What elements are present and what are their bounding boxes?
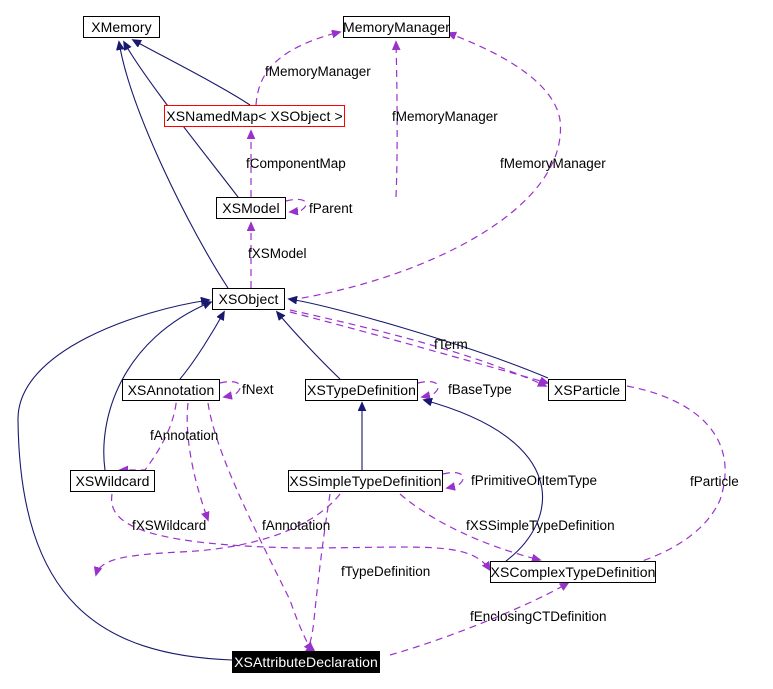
inheritance-edge xyxy=(289,299,549,379)
inheritance-edge xyxy=(119,42,229,289)
edge-label-fXSWildcard: fXSWildcard xyxy=(132,518,207,533)
edge-label-fXSSimpleTypeDefinition: fXSSimpleTypeDefinition xyxy=(466,518,615,533)
class-node-xsparticle[interactable]: XSParticle xyxy=(548,379,626,401)
class-node-label: XSObject xyxy=(218,291,279,307)
edge-label-fPrimitiveOrItemType: fPrimitiveOrItemType xyxy=(471,473,598,488)
class-node-xssimpletype[interactable]: XSSimpleTypeDefinition xyxy=(288,470,443,492)
class-node-label: XSTypeDefinition xyxy=(307,382,416,398)
edge-label-fXSModel: fXSModel xyxy=(248,246,307,261)
edge-label-fMemoryManager: fMemoryManager xyxy=(392,109,498,124)
class-node-xsattributedecl[interactable]: XSAttributeDeclaration xyxy=(232,651,380,673)
usage-edge xyxy=(289,311,548,383)
uml-collaboration-diagram: XMemory MemoryManager XSNamedMap< XSObject… xyxy=(0,0,773,689)
class-node-label: XSParticle xyxy=(553,382,621,398)
usage-edge xyxy=(219,381,241,397)
edge-label-fParent: fParent xyxy=(309,201,353,216)
usage-edge xyxy=(96,493,341,575)
inheritance-edge xyxy=(133,40,251,106)
edge-label-fAnnotation: fAnnotation xyxy=(262,518,331,533)
class-node-label: XSAnnotation xyxy=(127,382,215,398)
class-node-memorymanager[interactable]: MemoryManager xyxy=(343,16,450,38)
edge-label-fTerm: fTerm xyxy=(434,337,468,352)
edge-label-fMemoryManager: fMemoryManager xyxy=(500,156,606,171)
class-node-xstypedefinition[interactable]: XSTypeDefinition xyxy=(305,379,418,401)
usage-edge xyxy=(289,309,546,386)
edge-label-fBaseType: fBaseType xyxy=(448,382,512,397)
class-node-label: XSComplexTypeDefinition xyxy=(490,564,656,580)
class-node-label: XMemory xyxy=(91,19,152,35)
usage-edge xyxy=(442,472,464,488)
usage-edge xyxy=(186,402,208,520)
class-node-xscomplextype[interactable]: XSComplexTypeDefinition xyxy=(490,561,656,583)
class-node-label: XSWildcard xyxy=(75,473,150,489)
edge-label-fComponentMap: fComponentMap xyxy=(246,156,346,171)
inheritance-edge-group xyxy=(17,40,549,661)
class-node-xsnamedmap[interactable]: XSNamedMap< XSObject > xyxy=(164,105,345,127)
edge-label-fParticle: fParticle xyxy=(690,474,739,489)
edge-layer xyxy=(17,0,726,661)
class-node-xsmodel[interactable]: XSModel xyxy=(216,197,286,219)
class-node-label: MemoryManager xyxy=(342,19,451,35)
edge-label-fNext: fNext xyxy=(242,382,274,397)
class-node-label: XSAttributeDeclaration xyxy=(234,654,378,670)
class-node-label: XSNamedMap< XSObject > xyxy=(166,108,343,124)
class-node-label: XSSimpleTypeDefinition xyxy=(289,473,442,489)
usage-edge xyxy=(417,381,439,397)
class-node-label: XSModel xyxy=(222,200,280,216)
edge-label-fMemoryManager: fMemoryManager xyxy=(265,64,371,79)
edge-label-fAnnotation: fAnnotation xyxy=(150,428,219,443)
edge-label-fEnclosingCTDefinition: fEnclosingCTDefinition xyxy=(470,609,607,624)
usage-edge xyxy=(285,198,307,212)
class-node-xsannotation[interactable]: XSAnnotation xyxy=(122,379,220,401)
class-node-xswildcard[interactable]: XSWildcard xyxy=(70,470,155,492)
edge-label-fTypeDefinition: fTypeDefinition xyxy=(341,564,431,579)
class-node-xmemory[interactable]: XMemory xyxy=(83,16,160,38)
inheritance-edge xyxy=(179,312,224,380)
class-node-xsobject[interactable]: XSObject xyxy=(212,288,285,310)
